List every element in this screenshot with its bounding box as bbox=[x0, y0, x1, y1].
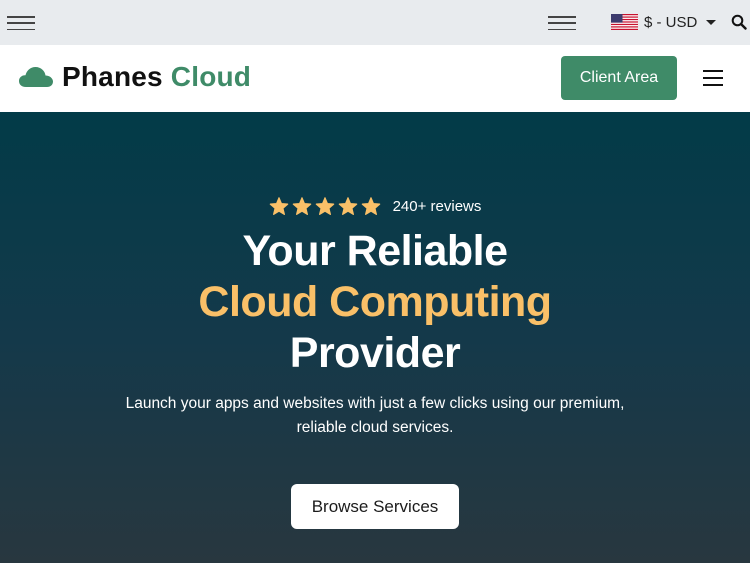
browse-services-button[interactable]: Browse Services bbox=[291, 484, 459, 529]
brand-word-2: Cloud bbox=[170, 61, 252, 92]
brand-name: Phanes Cloud bbox=[62, 63, 251, 91]
rating: 240+ reviews bbox=[0, 197, 750, 216]
secondary-menu-icon[interactable] bbox=[7, 16, 35, 30]
rating-stars bbox=[269, 197, 381, 216]
site-header: Phanes Cloud Client Area bbox=[0, 45, 750, 112]
headline-line-3: Provider bbox=[289, 329, 461, 377]
currency-label: $ - USD bbox=[644, 13, 698, 31]
utility-bar: $ - USD bbox=[0, 0, 750, 45]
hero-headline: Your Reliable Cloud Computing Provider bbox=[0, 226, 750, 379]
star-icon bbox=[315, 197, 334, 215]
star-icon bbox=[269, 197, 288, 215]
main-menu-icon[interactable] bbox=[703, 70, 723, 86]
hero-subtext: Launch your apps and websites with just … bbox=[125, 395, 625, 436]
hero-section: 240+ reviews Your Reliable Cloud Computi… bbox=[0, 112, 750, 563]
search-icon[interactable] bbox=[731, 14, 747, 30]
us-flag-icon bbox=[611, 14, 638, 30]
star-icon bbox=[338, 197, 357, 215]
brand-word-1: Phanes bbox=[62, 61, 163, 92]
currency-selector[interactable]: $ - USD bbox=[611, 12, 717, 32]
cloud-logo-icon bbox=[19, 67, 53, 87]
headline-line-2: Cloud Computing bbox=[198, 278, 552, 326]
client-area-button[interactable]: Client Area bbox=[561, 56, 677, 100]
language-menu-icon[interactable] bbox=[548, 16, 576, 30]
brand-logo[interactable]: Phanes Cloud bbox=[18, 63, 251, 91]
headline-line-1: Your Reliable bbox=[242, 227, 508, 275]
caret-down-icon bbox=[706, 19, 717, 25]
star-icon bbox=[361, 197, 380, 215]
star-icon bbox=[292, 197, 311, 215]
reviews-count: 240+ reviews bbox=[392, 198, 482, 215]
